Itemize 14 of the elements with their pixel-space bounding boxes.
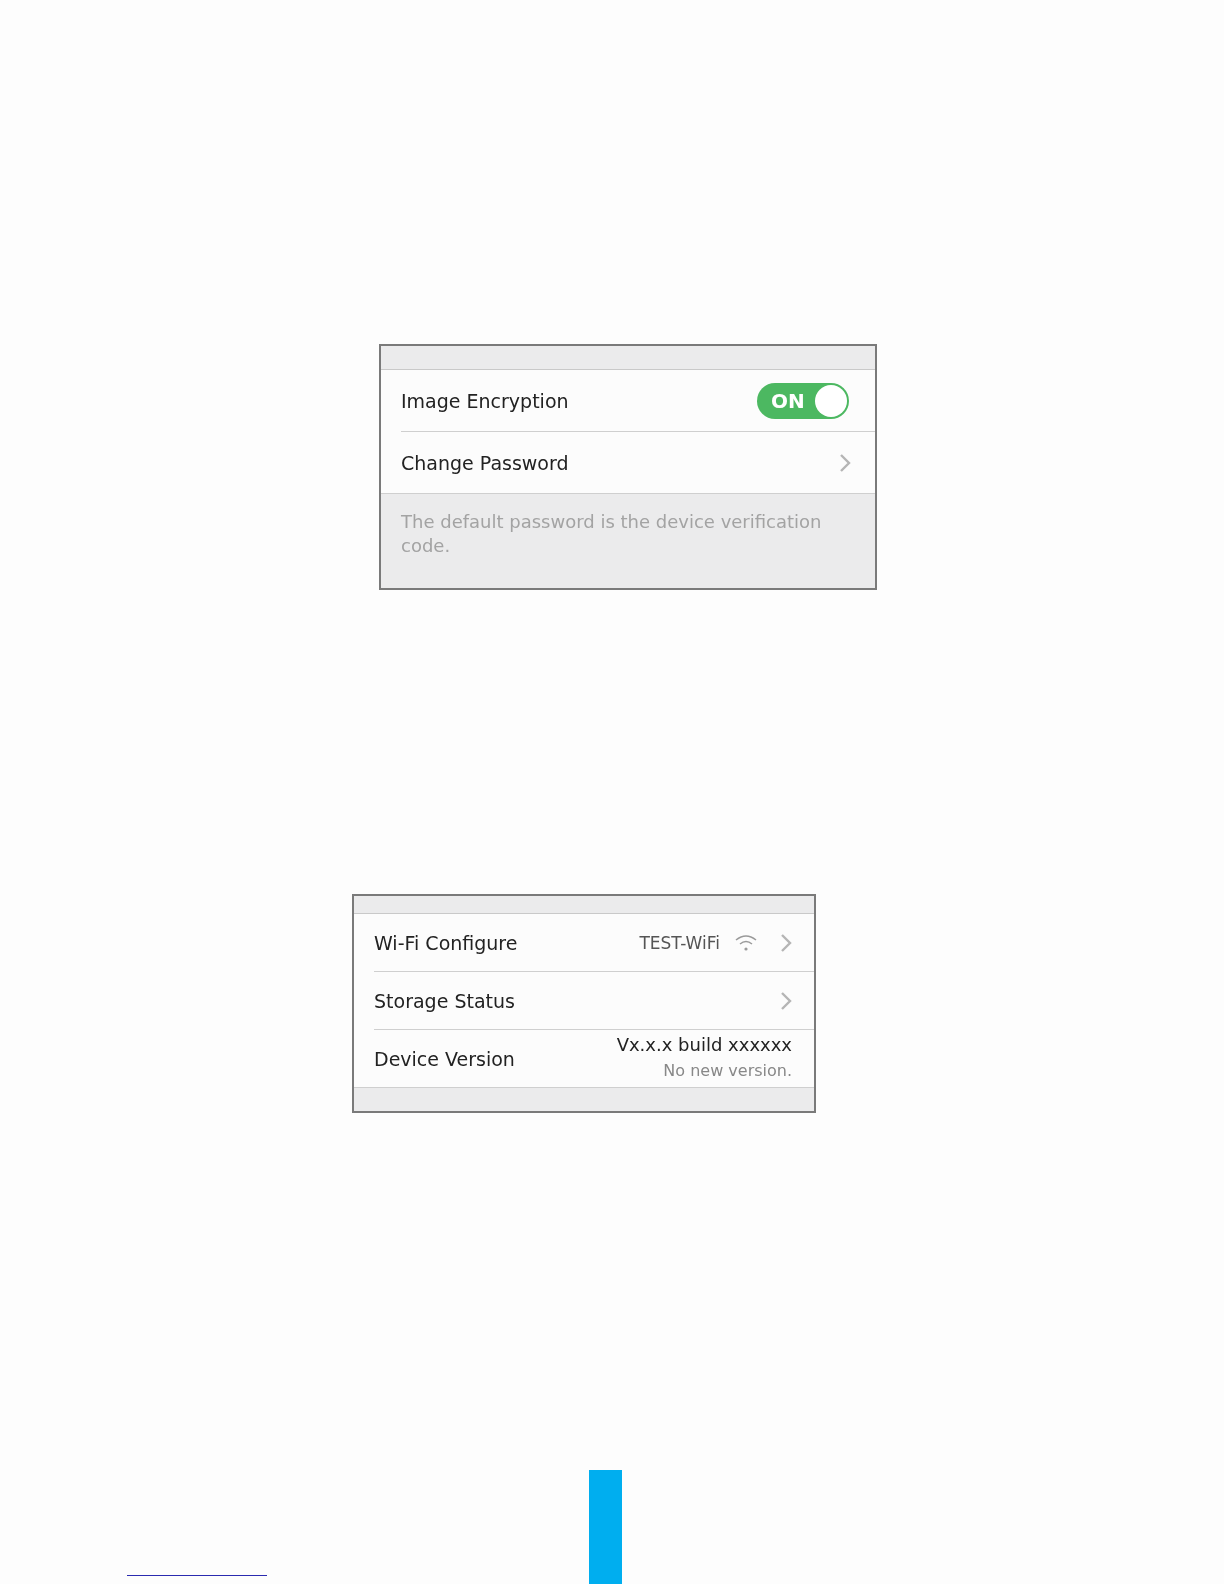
setting-label: Device Version <box>374 1047 515 1070</box>
version-text: Vx.x.x build xxxxxx <box>616 1033 792 1055</box>
note-text: The default password is the device verification code. <box>400 510 823 558</box>
setting-label: Storage Status <box>374 989 515 1012</box>
toggle-switch[interactable]: ON <box>757 382 849 419</box>
setting-label: Change Password <box>401 451 569 474</box>
chevron-icon[interactable] <box>780 932 792 953</box>
setting-label: Wi-Fi Configure <box>374 931 518 954</box>
setting-label: Image Encryption <box>401 389 569 412</box>
chevron-icon[interactable] <box>780 990 792 1011</box>
update-status: No new version. <box>663 1060 792 1080</box>
chevron-icon[interactable] <box>839 452 851 473</box>
wifi-icon <box>734 933 758 952</box>
network-name: TEST-WiFi <box>639 932 720 953</box>
